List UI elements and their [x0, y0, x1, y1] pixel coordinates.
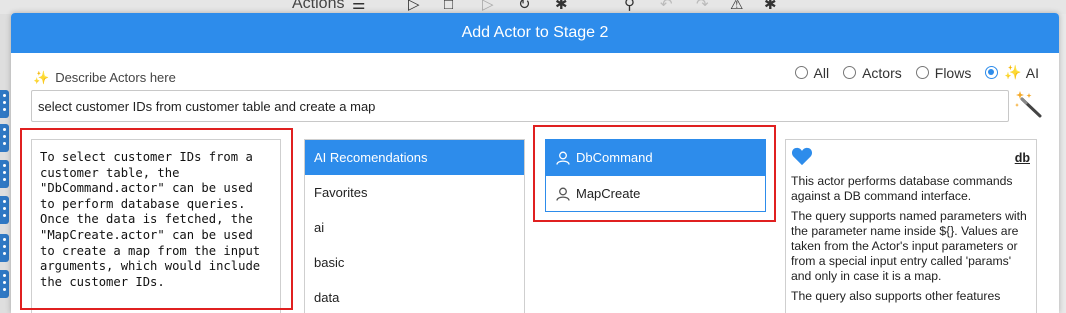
describe-label-text: Describe Actors here	[55, 70, 176, 85]
step-over-icon[interactable]: ↻	[518, 0, 531, 14]
detail-paragraph: The query supports named parameters with…	[791, 209, 1027, 283]
actions-menu-label[interactable]: Actions	[292, 0, 344, 13]
radio-flows[interactable]	[915, 66, 929, 79]
detail-header: db	[791, 146, 1031, 174]
undo-icon[interactable]: ↶	[660, 0, 673, 14]
step-icon[interactable]: ▷	[482, 0, 494, 14]
stage-grip[interactable]	[0, 90, 9, 118]
filter-actors-label: Actors	[862, 64, 902, 81]
category-item[interactable]: Favorites	[305, 175, 524, 210]
dialog-title: Add Actor to Stage 2	[11, 13, 1059, 53]
detail-paragraph: This actor performs database commands ag…	[791, 174, 1013, 203]
actor-search-input[interactable]	[31, 90, 1009, 122]
redo-icon[interactable]: ↷	[696, 0, 709, 14]
user-icon	[556, 187, 570, 201]
filter-all-label: All	[813, 64, 830, 81]
magic-wand-icon[interactable]	[1014, 89, 1044, 119]
actor-item[interactable]: MapCreate	[546, 176, 765, 211]
play-icon[interactable]: ▷	[408, 0, 420, 14]
menu-icon[interactable]: ☰	[352, 0, 365, 14]
ai-response-text: To select customer IDs from a customer t…	[31, 139, 281, 313]
filter-flows[interactable]: Flows	[915, 64, 972, 81]
background-canvas-edge	[0, 14, 11, 313]
favorite-heart-icon[interactable]	[791, 146, 813, 166]
actor-item[interactable]: DbCommand	[546, 140, 765, 176]
radio-ai[interactable]	[985, 66, 999, 79]
add-actor-dialog: Add Actor to Stage 2 ✨ Describe Actors he…	[11, 13, 1059, 313]
filter-actors[interactable]: Actors	[843, 65, 902, 81]
stage-grip[interactable]	[0, 124, 9, 152]
category-list: AI Recomendations Favorites ai basic dat…	[304, 139, 525, 313]
stage-grip[interactable]	[0, 270, 9, 298]
background-toolbar: Actions ☰ ▷ □ ▷ ↻ ✱ ⚲ ↶ ↷ ⚠ ✱	[0, 0, 1066, 14]
debug-icon[interactable]: ✱	[555, 0, 568, 14]
filter-ai[interactable]: ✨ AI	[985, 64, 1039, 81]
describe-label: ✨ Describe Actors here	[33, 70, 176, 86]
detail-paragraph: The query also supports other features	[791, 289, 1001, 303]
stage-grip[interactable]	[0, 234, 9, 262]
stop-icon[interactable]: □	[444, 0, 453, 14]
warning-icon[interactable]: ⚠	[730, 0, 743, 14]
category-item[interactable]: basic	[305, 245, 524, 280]
stage-grip[interactable]	[0, 160, 9, 188]
filter-radio-group: All Actors Flows ✨ AI	[781, 64, 1039, 81]
category-item[interactable]: AI Recomendations	[305, 140, 524, 175]
actor-list: DbCommand MapCreate	[545, 139, 766, 212]
detail-actor-name: db	[1014, 151, 1030, 165]
actor-detail-panel: db This actor performs database commands…	[785, 139, 1037, 313]
filter-ai-label: AI	[1025, 64, 1039, 81]
search-icon[interactable]: ⚲	[624, 0, 635, 14]
filter-all[interactable]: All	[794, 64, 830, 81]
category-item[interactable]: data	[305, 280, 524, 313]
filter-flows-label: Flows	[934, 64, 972, 81]
actor-item-label: MapCreate	[576, 186, 641, 201]
actor-item-label: DbCommand	[576, 150, 653, 165]
category-item[interactable]: ai	[305, 210, 524, 245]
sparkle-icon: ✨	[1004, 64, 1022, 80]
radio-all[interactable]	[794, 66, 808, 79]
pin-icon[interactable]: ✱	[764, 0, 777, 14]
radio-actors[interactable]	[843, 66, 857, 79]
stage-grip[interactable]	[0, 196, 9, 224]
user-icon	[556, 151, 570, 165]
sparkle-icon: ✨	[33, 70, 50, 85]
